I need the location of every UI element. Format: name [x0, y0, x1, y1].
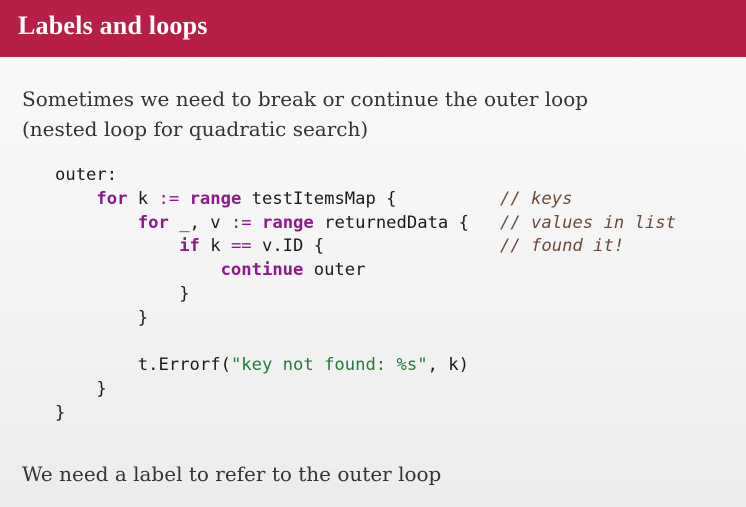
comment-keys: // keys — [500, 188, 573, 209]
keyword-continue: continue — [220, 260, 304, 281]
code-line-2: for k := range testItemsMap { // keys — [55, 188, 676, 212]
keyword-range: range — [262, 212, 314, 233]
keyword-for: for — [137, 212, 169, 233]
closing-brace: } — [96, 379, 107, 400]
range-target: testItemsMap { — [241, 188, 397, 209]
errorf-call: t.Errorf( — [137, 355, 231, 376]
code-line-11: } — [55, 402, 676, 426]
keyword-range: range — [189, 188, 242, 209]
operator-assign: := — [158, 188, 180, 209]
footer-text: We need a label to refer to the outer lo… — [22, 462, 442, 486]
closing-brace: } — [137, 307, 149, 328]
operator-assign: := — [230, 212, 252, 233]
slide-title: Labels and loops — [18, 11, 208, 40]
loop-vars: _, v — [168, 212, 231, 233]
keyword-if: if — [179, 236, 200, 257]
slide-title-bar: Labels and loops — [0, 0, 746, 57]
comment-found: // found it! — [500, 236, 625, 257]
code-block: outer: for k := range testItemsMap { // … — [55, 164, 676, 426]
code-line-6: } — [55, 283, 676, 307]
code-line-1: outer: — [55, 164, 676, 188]
condition-left: k — [199, 236, 231, 257]
loop-vars: k — [127, 188, 159, 209]
code-line-5: continue outer — [55, 259, 676, 283]
code-line-9: t.Errorf("key not found: %s", k) — [55, 354, 676, 378]
errorf-args: , k) — [427, 355, 469, 376]
intro-line-2: (nested loop for quadratic search) — [22, 117, 369, 141]
operator-equals: == — [230, 236, 252, 257]
comment-values: // values in list — [500, 212, 676, 233]
code-line-10: } — [55, 378, 676, 402]
code-line-3: for _, v := range returnedData { // valu… — [55, 212, 676, 236]
keyword-for: for — [96, 188, 128, 209]
closing-brace: } — [179, 283, 190, 304]
code-line-4: if k == v.ID { // found it! — [55, 235, 676, 259]
intro-text: Sometimes we need to break or continue t… — [22, 84, 588, 144]
range-target: returnedData { — [313, 212, 469, 233]
string-literal: "key not found: %s" — [230, 355, 428, 376]
continue-target: outer — [303, 260, 366, 281]
intro-line-1: Sometimes we need to break or continue t… — [22, 87, 589, 111]
code-line-7: } — [55, 307, 676, 331]
label-outer: outer: — [55, 165, 118, 185]
closing-brace: } — [55, 402, 66, 423]
condition-right: v.ID { — [251, 236, 325, 257]
